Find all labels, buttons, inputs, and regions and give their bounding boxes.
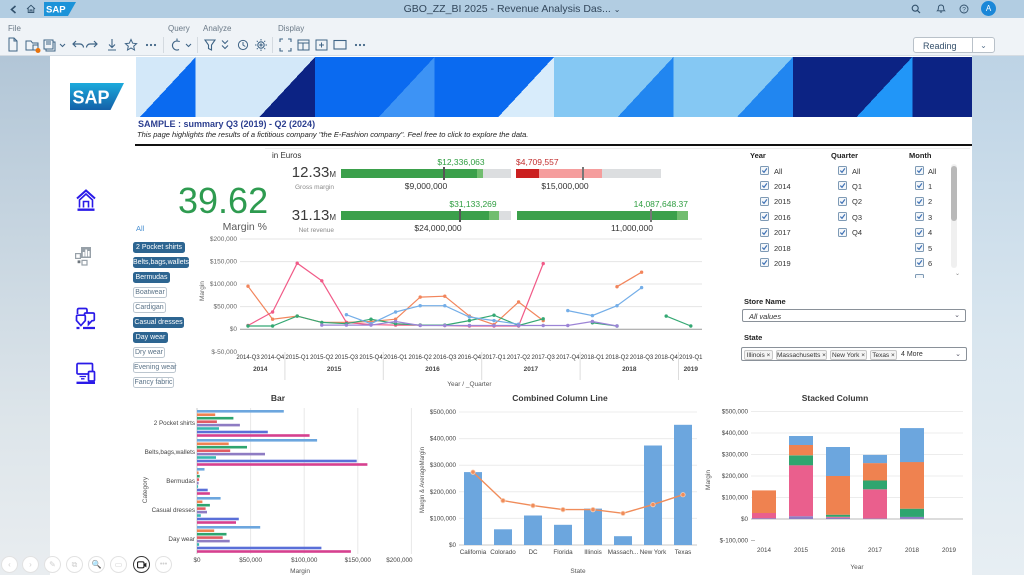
svg-text:2016-Q4: 2016-Q4	[458, 355, 482, 361]
svg-text:2016: 2016	[831, 547, 846, 554]
svg-text:$400,000: $400,000	[430, 436, 457, 443]
svg-text:Margin: Margin	[705, 470, 712, 490]
svg-text:$150,000: $150,000	[210, 259, 237, 266]
svg-text:2016-Q2: 2016-Q2	[409, 355, 433, 361]
svg-text:2018-Q3: 2018-Q3	[630, 355, 654, 361]
svg-text:Category: Category	[142, 476, 149, 503]
svg-text:$300,000: $300,000	[430, 462, 457, 469]
svg-text:2019: 2019	[684, 366, 699, 373]
svg-text:Massach...: Massach...	[608, 549, 639, 556]
svg-text:2015: 2015	[794, 547, 809, 554]
svg-text:Margin: Margin	[290, 568, 310, 575]
svg-text:2019-Q1: 2019-Q1	[679, 355, 703, 361]
svg-text:Florida: Florida	[553, 549, 573, 556]
svg-text:Texas: Texas	[675, 549, 691, 556]
svg-text:$-100,000: $-100,000	[720, 538, 749, 545]
svg-text:2016: 2016	[425, 366, 440, 373]
svg-text:?: ?	[962, 6, 966, 13]
svg-text:Year / _Quarter: Year / _Quarter	[447, 381, 492, 388]
svg-text:$0: $0	[449, 542, 457, 549]
svg-text:$0: $0	[193, 557, 201, 564]
svg-text:$150,000: $150,000	[345, 557, 372, 564]
svg-text:$400,000: $400,000	[722, 430, 749, 437]
svg-text:2016-Q3: 2016-Q3	[433, 355, 457, 361]
svg-text:2017-Q3: 2017-Q3	[532, 355, 556, 361]
svg-text:California: California	[460, 549, 487, 556]
svg-text:$200,000: $200,000	[722, 473, 749, 480]
svg-text:State: State	[570, 568, 586, 575]
svg-text:2014: 2014	[757, 547, 772, 554]
svg-text:2015-Q3: 2015-Q3	[335, 355, 359, 361]
svg-text:2018-Q1: 2018-Q1	[581, 355, 605, 361]
svg-text:$50,000: $50,000	[239, 557, 262, 564]
svg-text:$500,000: $500,000	[722, 409, 749, 416]
svg-text:Year: Year	[850, 564, 864, 571]
svg-text:2014: 2014	[253, 366, 268, 373]
svg-text:2017: 2017	[524, 366, 539, 373]
svg-text:2014-Q4: 2014-Q4	[261, 355, 285, 361]
svg-text:Bar: Bar	[271, 393, 286, 403]
svg-text:2016-Q1: 2016-Q1	[384, 355, 408, 361]
svg-text:Combined Column Line: Combined Column Line	[512, 393, 608, 403]
svg-text:$200,000: $200,000	[210, 236, 237, 243]
svg-text:DC: DC	[528, 549, 538, 556]
svg-text:2018: 2018	[905, 547, 920, 554]
svg-text:$200,000: $200,000	[386, 557, 413, 564]
svg-text:$0: $0	[741, 516, 749, 523]
svg-text:Casual dresses: Casual dresses	[152, 507, 195, 514]
svg-text:2017-Q1: 2017-Q1	[482, 355, 506, 361]
svg-text:2017: 2017	[868, 547, 883, 554]
svg-text:2015-Q2: 2015-Q2	[310, 355, 334, 361]
svg-text:2018-Q2: 2018-Q2	[605, 355, 629, 361]
svg-text:2017-Q4: 2017-Q4	[556, 355, 580, 361]
svg-text:$100,000: $100,000	[291, 557, 318, 564]
svg-text:$0: $0	[230, 326, 238, 333]
svg-text:Bermudas: Bermudas	[166, 478, 195, 485]
svg-text:$100,000: $100,000	[430, 515, 457, 522]
svg-text:$100,000: $100,000	[722, 495, 749, 502]
svg-text:SAP: SAP	[73, 88, 110, 108]
svg-text:2018: 2018	[622, 366, 637, 373]
svg-text:New York: New York	[640, 549, 667, 556]
svg-text:2015: 2015	[327, 366, 342, 373]
svg-text:$50,000: $50,000	[214, 304, 238, 311]
svg-text:2015-Q4: 2015-Q4	[359, 355, 383, 361]
svg-text:$100,000: $100,000	[210, 281, 237, 288]
svg-text:2 Pocket shirts: 2 Pocket shirts	[154, 420, 195, 427]
svg-text:2019: 2019	[942, 547, 957, 554]
svg-text:Day wear: Day wear	[168, 536, 195, 543]
svg-text:2014-Q3: 2014-Q3	[236, 355, 260, 361]
svg-text:$300,000: $300,000	[722, 452, 749, 459]
svg-text:2018-Q4: 2018-Q4	[655, 355, 679, 361]
svg-text:Belts,bags,wallets: Belts,bags,wallets	[145, 449, 195, 456]
svg-text:Colorado: Colorado	[490, 549, 516, 556]
svg-text:2015-Q1: 2015-Q1	[286, 355, 310, 361]
svg-text:2017-Q2: 2017-Q2	[507, 355, 531, 361]
svg-text:Margin & AverageMargin: Margin & AverageMargin	[420, 447, 426, 513]
svg-text:Stacked Column: Stacked Column	[802, 393, 869, 403]
svg-text:Illinois: Illinois	[584, 549, 602, 556]
svg-text:$200,000: $200,000	[430, 489, 457, 496]
svg-text:$500,000: $500,000	[430, 409, 457, 416]
